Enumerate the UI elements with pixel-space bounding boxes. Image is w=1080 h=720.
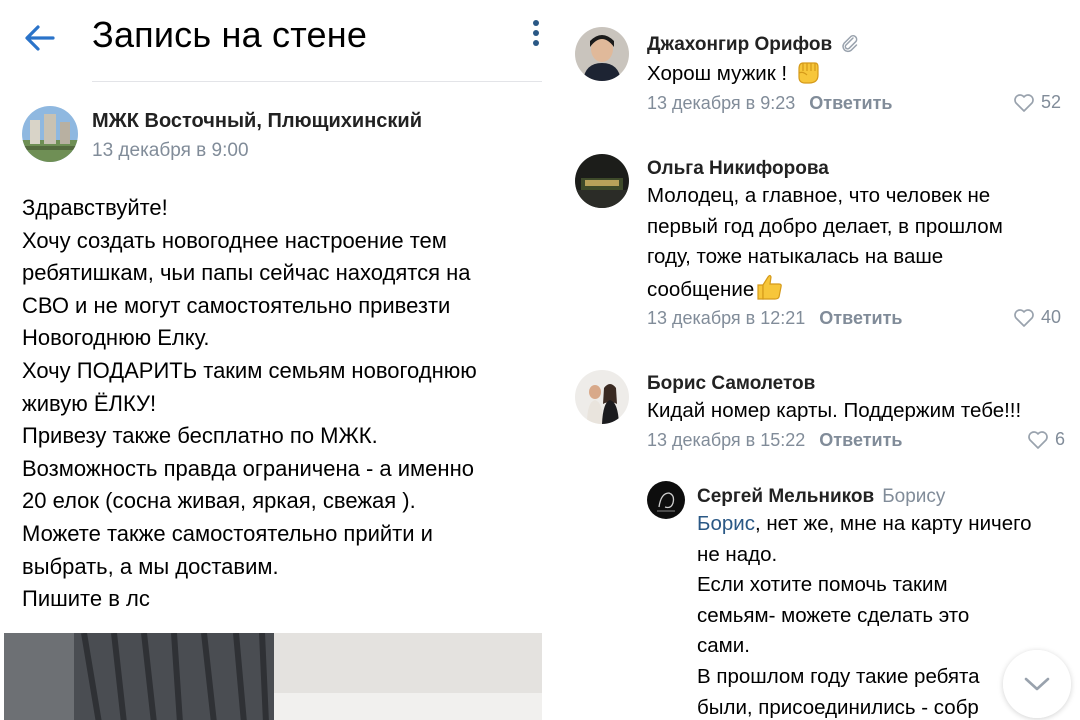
comment-text-line: первый год добро делает, в прошлом bbox=[647, 214, 1003, 238]
comment-author-name[interactable]: Борис Самолетов bbox=[647, 373, 815, 395]
post-text-line: Новогоднюю Елку. bbox=[22, 325, 210, 351]
more-vertical-icon bbox=[528, 20, 544, 46]
post-text-line: Здравствуйте! bbox=[22, 195, 168, 220]
like-button[interactable]: 6 bbox=[1027, 429, 1065, 450]
post-photo[interactable] bbox=[4, 633, 542, 720]
like-count: 6 bbox=[1055, 429, 1066, 449]
chevron-down-icon bbox=[1024, 677, 1050, 691]
comment-meta: 13 декабря в 9:23 Ответить bbox=[647, 93, 892, 114]
post-text: Здравствуйте! Хочу создать новогоднее на… bbox=[22, 192, 547, 616]
comment-text-line: семьям- можете сделать это bbox=[697, 603, 970, 627]
back-button[interactable] bbox=[20, 18, 60, 58]
post-text-line: СВО и не могут самостоятельно привезти bbox=[22, 292, 451, 318]
post-text-line: выбрать, а мы доставим. bbox=[22, 553, 279, 579]
comment-text-line: были, присоединились - собр bbox=[697, 695, 979, 719]
heart-icon bbox=[1014, 93, 1034, 112]
comment-author-name[interactable]: Сергей Мельников Борису bbox=[697, 486, 945, 508]
post-text-line: Хочу ПОДАРИТЬ таким семьям новогоднюю bbox=[22, 357, 477, 383]
reply-button[interactable]: Ответить bbox=[819, 308, 902, 328]
comment-text: Кидай номер карты. Поддержим тебе!!! bbox=[647, 396, 1021, 427]
post-author-name[interactable]: МЖК Восточный, Плющихинский bbox=[92, 110, 422, 133]
post-text-line: Можете также самостоятельно прийти и bbox=[22, 520, 433, 546]
comment-text-line: В прошлом году такие ребята bbox=[697, 664, 980, 688]
scroll-down-button[interactable] bbox=[1003, 650, 1071, 718]
comment-text-line: Если хотите помочь таким bbox=[697, 573, 948, 597]
comment-date: 13 декабря в 12:21 bbox=[647, 308, 806, 328]
post-text-line: Пишите в лс bbox=[22, 586, 150, 612]
post-text-line: Возможность правда ограничена - а именно bbox=[22, 455, 474, 481]
arrow-left-icon bbox=[25, 25, 55, 51]
post-date: 13 декабря в 9:00 bbox=[92, 140, 249, 161]
page-title: Запись на стене bbox=[92, 14, 368, 55]
comment-text-line: Хорош мужик ! bbox=[647, 62, 788, 85]
author-avatar[interactable] bbox=[22, 106, 78, 162]
reply-to-label[interactable]: Борису bbox=[882, 486, 945, 507]
comment-text-line: сообщение bbox=[647, 277, 755, 301]
comment-text-line: сами. bbox=[697, 634, 750, 658]
comment-avatar[interactable] bbox=[575, 27, 629, 81]
post-text-line: ребятишкам, чьи папы сейчас находятся на bbox=[22, 260, 471, 286]
comment-text: Хорош мужик ! bbox=[647, 57, 821, 90]
comment-text-line: Молодец, а главное, что человек не bbox=[647, 184, 991, 207]
post-text-line: 20 елок (сосна живая, яркая, свежая ). bbox=[22, 488, 416, 514]
mention-link[interactable]: Борис bbox=[697, 512, 755, 535]
comment-meta: 13 декабря в 12:21 Ответить bbox=[647, 308, 902, 329]
more-button[interactable] bbox=[528, 20, 544, 54]
comment-meta: 13 декабря в 15:22 Ответить bbox=[647, 430, 902, 451]
paperclip-icon bbox=[842, 35, 858, 53]
raised-fist-emoji bbox=[798, 62, 819, 84]
post-text-line: Привезу также бесплатно по МЖК. bbox=[22, 423, 378, 449]
comments-panel: Джахонгир Орифов Хорош мужик ! 13 декабр… bbox=[555, 0, 1080, 720]
comment-author-label: Джахонгир Орифов bbox=[647, 34, 833, 55]
comment-text-line: году, тоже натыкалась на ваше bbox=[647, 245, 944, 269]
reply-button[interactable]: Ответить bbox=[819, 430, 902, 450]
like-count: 40 bbox=[1041, 307, 1062, 327]
heart-icon bbox=[1028, 430, 1048, 449]
header-divider bbox=[92, 81, 542, 82]
post-header: Запись на стене bbox=[0, 0, 555, 82]
comment-avatar[interactable] bbox=[647, 481, 685, 519]
comment-date: 13 декабря в 15:22 bbox=[647, 430, 806, 450]
post-panel: Запись на стене МЖК Восточный, Плющихинс… bbox=[0, 0, 555, 720]
comment-text-line: не надо. bbox=[697, 542, 778, 566]
comment-text-line: , нет же, мне на карту ничего bbox=[754, 512, 1032, 535]
heart-icon bbox=[1014, 308, 1034, 327]
comment-author-label: Сергей Мельников bbox=[697, 486, 875, 507]
like-button[interactable]: 52 bbox=[1013, 92, 1061, 113]
comment-text-line: Кидай номер карты. Поддержим тебе!!! bbox=[647, 399, 1022, 422]
comment-text: Борис, нет же, мне на карту ничего не на… bbox=[697, 509, 1032, 720]
comment-avatar[interactable] bbox=[575, 154, 629, 208]
post-text-line: живую ЁЛКУ! bbox=[22, 390, 157, 416]
post-text-line: Хочу создать новогоднее настроение тем bbox=[22, 227, 447, 253]
like-button[interactable]: 40 bbox=[1013, 307, 1061, 328]
comment-avatar[interactable] bbox=[575, 370, 629, 424]
reply-button[interactable]: Ответить bbox=[809, 93, 892, 113]
comment-author-name[interactable]: Ольга Никифорова bbox=[647, 158, 829, 180]
like-count: 52 bbox=[1041, 92, 1062, 112]
comment-date: 13 декабря в 9:23 bbox=[647, 93, 796, 113]
comment-author-name[interactable]: Джахонгир Орифов bbox=[647, 33, 860, 56]
comment-text: Молодец, а главное, что человек не первы… bbox=[647, 181, 1003, 305]
thumbs-up-emoji bbox=[757, 274, 783, 300]
